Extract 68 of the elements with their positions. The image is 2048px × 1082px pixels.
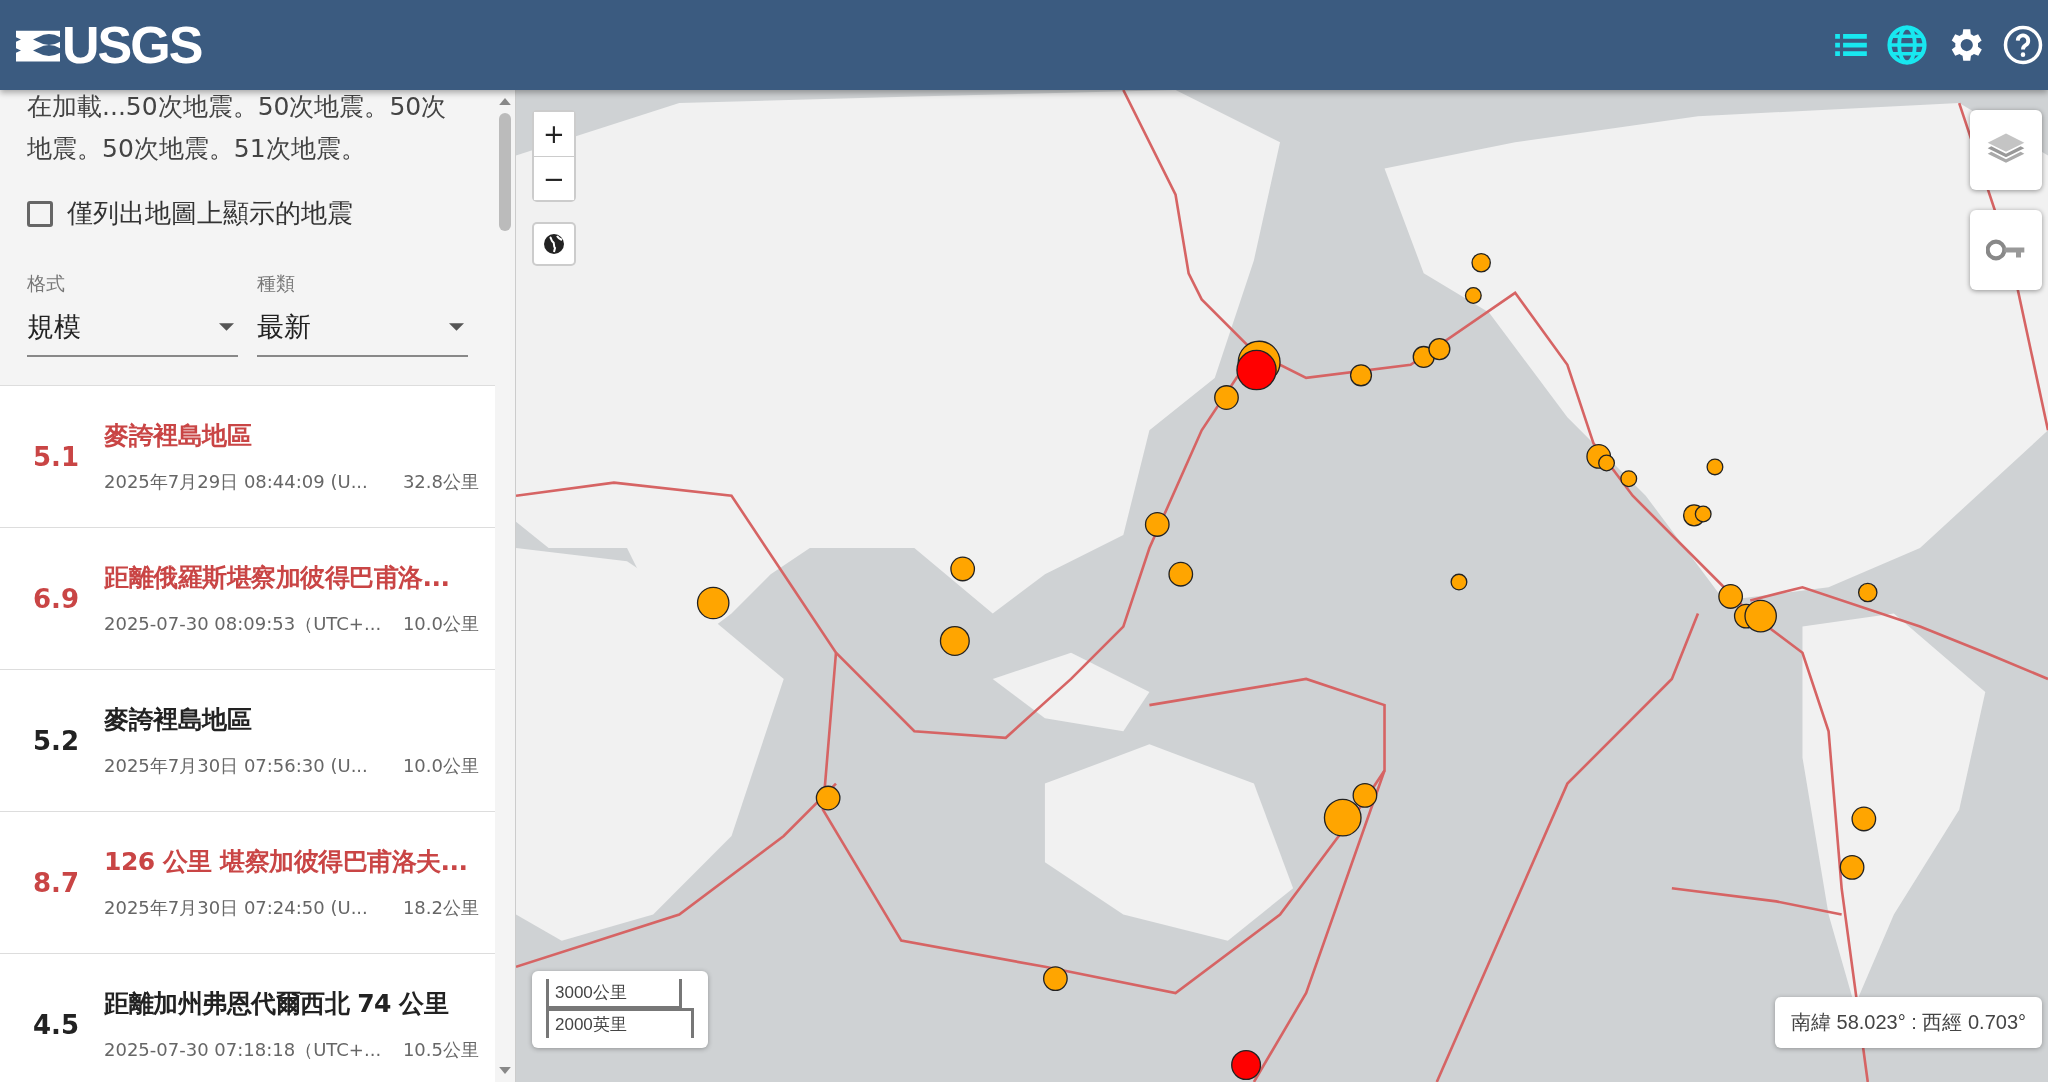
earthquake-depth: 10.5公里	[402, 1038, 479, 1062]
earthquake-marker[interactable]	[1043, 966, 1068, 992]
earthquake-marker[interactable]	[1323, 798, 1362, 837]
select-label: 種類	[257, 272, 295, 294]
earthquake-marker[interactable]	[1352, 782, 1378, 808]
earthquake-marker[interactable]	[1349, 364, 1373, 387]
earthquake-marker[interactable]	[1857, 582, 1878, 603]
earthquake-depth: 10.0公里	[402, 612, 479, 636]
earthquake-marker[interactable]	[1231, 1049, 1262, 1081]
usgs-logo[interactable]: USGS	[62, 15, 202, 75]
dropdown-caret-icon	[219, 323, 234, 331]
scale-label: 3000公里	[546, 979, 682, 1009]
earthquake-title: 126 公里 堪察加彼得巴甫洛夫...	[104, 846, 469, 878]
help-icon[interactable]	[2002, 24, 2044, 66]
loading-status: 在加載...50次地震。50次地震。50次地震。50次地震。51次地震。	[27, 91, 448, 165]
checkbox[interactable]	[27, 200, 53, 227]
earthquake-marker[interactable]	[1236, 349, 1277, 391]
earthquake-time: 2025年7月29日 08:44:09 (U...	[104, 470, 368, 494]
earthquake-marker[interactable]	[950, 556, 976, 582]
globe-icon[interactable]	[1886, 24, 1928, 66]
scrollbar-thumb[interactable]	[499, 113, 511, 231]
earthquake-marker[interactable]	[1450, 573, 1468, 591]
earthquake-marker[interactable]	[1706, 458, 1724, 476]
earthquake-marker[interactable]	[1851, 806, 1877, 832]
globe-icon	[542, 232, 566, 256]
scale-label: 2000英里	[546, 1008, 694, 1038]
earthquake-marker[interactable]	[1694, 505, 1712, 523]
scroll-up-icon[interactable]	[499, 98, 511, 105]
zoom-out-button[interactable]: −	[534, 156, 574, 200]
cursor-coordinates: 南緯 58.023° : 西經 0.703°	[1775, 997, 2042, 1048]
earthquake-marker[interactable]	[1144, 512, 1170, 537]
dropdown-caret-icon	[449, 323, 464, 331]
magnitude: 8.7	[33, 867, 81, 898]
key-icon	[1986, 238, 2026, 262]
earthquake-title: 距離加州弗恩代爾西北 74 公里	[104, 988, 450, 1020]
legend-button[interactable]	[1970, 210, 2042, 290]
earthquake-marker[interactable]	[815, 785, 841, 811]
earthquake-marker[interactable]	[939, 625, 970, 656]
checkbox-label[interactable]: 僅列出地圖上顯示的地震	[67, 196, 353, 231]
earthquake-title: 麥誇裡島地區	[104, 420, 253, 452]
earthquake-marker[interactable]	[1598, 454, 1616, 472]
world-view-button[interactable]	[532, 222, 576, 266]
earthquake-title: 麥誇裡島地區	[104, 704, 253, 736]
earthquake-time: 2025年7月30日 07:24:50 (U...	[104, 896, 368, 920]
earthquake-time: 2025-07-30 08:09:53（UTC+...	[104, 612, 382, 636]
earthquake-marker[interactable]	[1620, 470, 1638, 488]
earthquake-time: 2025-07-30 07:18:18（UTC+...	[104, 1038, 382, 1062]
select-label: 格式	[27, 272, 65, 294]
select-field[interactable]: 規模	[27, 303, 238, 357]
earthquake-depth: 18.2公里	[402, 896, 479, 920]
magnitude: 5.1	[33, 441, 81, 472]
scroll-down-icon[interactable]	[499, 1067, 511, 1074]
earthquake-marker[interactable]	[1464, 286, 1482, 304]
select-field[interactable]: 最新	[257, 303, 468, 357]
earthquake-marker[interactable]	[1168, 561, 1194, 587]
earthquake-marker[interactable]	[1214, 385, 1239, 410]
magnitude: 4.5	[33, 1009, 81, 1040]
earthquake-marker[interactable]	[1428, 338, 1451, 361]
earthquake-depth: 10.0公里	[402, 754, 479, 778]
earthquake-marker[interactable]	[1839, 854, 1865, 880]
earthquake-marker[interactable]	[1718, 584, 1744, 609]
earthquake-time: 2025年7月30日 07:56:30 (U...	[104, 754, 368, 778]
earthquake-marker[interactable]	[696, 586, 730, 620]
earthquake-title: 距離俄羅斯堪察加彼得巴甫洛...	[104, 562, 451, 594]
earthquake-depth: 32.8公里	[402, 470, 479, 494]
magnitude: 6.9	[33, 583, 81, 614]
earthquake-marker[interactable]	[1744, 599, 1777, 633]
magnitude: 5.2	[33, 725, 81, 756]
